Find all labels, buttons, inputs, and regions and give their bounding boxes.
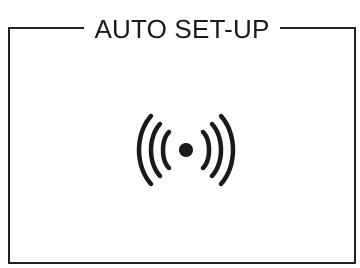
auto-setup-screen: AUTO SET-UP xyxy=(0,0,360,268)
broadcast-signal-icon xyxy=(127,110,245,190)
title-row: AUTO SET-UP xyxy=(8,12,356,46)
screen-title: AUTO SET-UP xyxy=(84,14,280,44)
